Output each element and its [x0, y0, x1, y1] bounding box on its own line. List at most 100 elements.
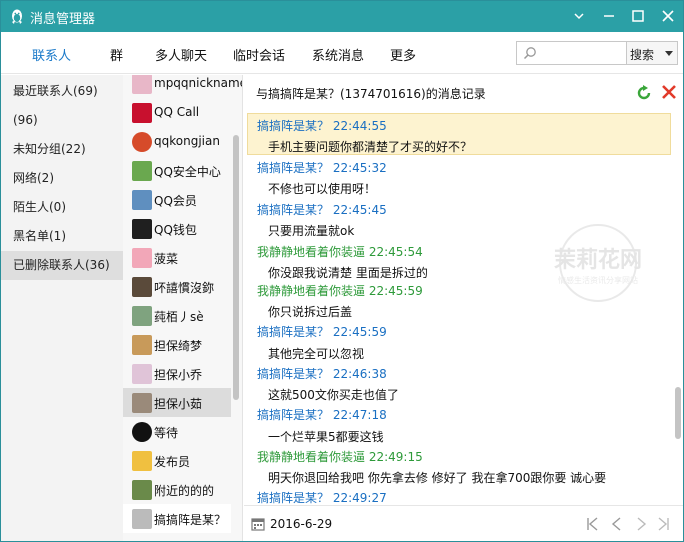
watermark-subtitle: 情感生活资讯分享网站 [558, 275, 638, 285]
list-item[interactable]: 搞搞阵是某？ [123, 504, 231, 533]
message-sender: 搞搞阵是某？ 22:45:32 [257, 161, 387, 175]
avatar [132, 509, 152, 529]
list-item[interactable]: QQ Call [123, 98, 231, 127]
delete-icon[interactable] [660, 83, 678, 101]
friend-name: qqkongjian [154, 134, 220, 148]
message-sender: 搞搞阵是某？ 22:46:38 [257, 367, 387, 381]
message-text: 这就500文你买走也值了 [268, 388, 399, 402]
avatar [132, 132, 152, 152]
maximize-icon[interactable] [627, 5, 649, 27]
avatar [132, 75, 152, 94]
list-item[interactable]: 菠菜 [123, 243, 231, 272]
avatar [132, 277, 152, 297]
list-item[interactable]: QQ会员 [123, 185, 231, 214]
list-item[interactable]: 担保绮梦 [123, 330, 231, 359]
list-item[interactable]: 担保小乔 [123, 359, 231, 388]
list-item[interactable]: 吥譆慣沒鉨 [123, 272, 231, 301]
restore-icon[interactable] [598, 5, 620, 27]
refresh-icon[interactable] [635, 84, 653, 102]
tab-temp-chat[interactable]: 临时会话 [233, 45, 285, 64]
friend-name: QQ Call [154, 105, 200, 119]
message-scrollbar[interactable] [675, 387, 681, 439]
minimize-icon[interactable] [568, 5, 590, 27]
list-item[interactable]: 发布员 [123, 446, 231, 475]
list-item[interactable]: 担保小茹 [123, 388, 231, 417]
avatar [132, 161, 152, 181]
friend-name: QQ安全中心 [154, 165, 221, 179]
friend-name: QQ会员 [154, 194, 197, 208]
message-sender: 搞搞阵是某？ 22:44:55 [257, 119, 387, 133]
friend-list: mpqqnickname QQ Call qqkongjian QQ安全中心 Q… [123, 75, 243, 541]
friend-name: 等待 [154, 426, 179, 440]
category-unknown[interactable]: 未知分组(22) [1, 135, 123, 164]
calendar-icon[interactable] [251, 517, 265, 531]
message-list: 搞搞阵是某？ 22:44:55 手机主要问题你都清楚了才买的好不？ 搞搞阵是某？… [244, 113, 671, 505]
friend-name: 发布员 [154, 455, 191, 469]
tab-more[interactable]: 更多 [390, 45, 416, 64]
date-filter[interactable]: 2016-6-29 [270, 517, 332, 531]
message-sender: 我静静地看着你装逼 22:45:59 [257, 284, 423, 298]
prev-page-icon[interactable] [608, 515, 626, 533]
list-item[interactable]: qqkongjian [123, 127, 231, 156]
message-text: 你没跟我说清楚 里面是拆过的 [268, 266, 428, 280]
search-input[interactable] [541, 44, 625, 62]
last-page-icon[interactable] [654, 515, 672, 533]
category-deleted[interactable]: 已删除联系人(36) [1, 251, 123, 280]
search-box[interactable] [516, 41, 627, 65]
avatar [132, 219, 152, 239]
avatar [132, 190, 152, 210]
message-sender: 我静静地看着你装逼 22:49:15 [257, 450, 423, 464]
category-strangers[interactable]: 陌生人(0) [1, 193, 123, 222]
tab-multi-chat[interactable]: 多人聊天 [155, 45, 207, 64]
search-type-dropdown[interactable]: 搜索 [626, 41, 678, 65]
message-sender: 我静静地看着你装逼 22:45:54 [257, 245, 423, 259]
message-text: 只要用流量就ok [268, 224, 355, 238]
list-item[interactable]: QQ安全中心 [123, 156, 231, 185]
next-page-icon[interactable] [632, 515, 650, 533]
avatar [132, 422, 152, 442]
list-item[interactable]: 莼栢丿sè [123, 301, 231, 330]
watermark-logo: 茉莉花网 情感生活资讯分享网站 [554, 224, 642, 302]
message-text: 你只说拆过后盖 [268, 305, 353, 319]
category-recent[interactable]: 最近联系人(69) [1, 77, 123, 106]
category-blacklist[interactable]: 黑名单(1) [1, 222, 123, 251]
message-text: 手机主要问题你都清楚了才买的好不？ [268, 140, 473, 154]
list-item[interactable]: 附近的的的 [123, 475, 231, 504]
category-unnamed[interactable]: (96) [1, 106, 123, 135]
list-item[interactable]: QQ钱包 [123, 214, 231, 243]
title-bar[interactable]: 消息管理器 [1, 1, 683, 32]
close-icon[interactable] [657, 5, 679, 27]
friend-list-scrollbar[interactable] [233, 135, 239, 400]
friend-name: 莼栢丿sè [154, 310, 204, 324]
tab-bar: 联系人 群 多人聊天 临时会话 系统消息 更多 搜索 [1, 32, 683, 74]
friend-name: 吥譆慣沒鉨 [154, 281, 215, 295]
list-item[interactable]: 等待 [123, 417, 231, 446]
list-item[interactable]: mpqqnickname [123, 75, 242, 98]
avatar [132, 364, 152, 384]
friend-name: 附近的的的 [154, 484, 215, 498]
avatar [132, 393, 152, 413]
message-footer: 2016-6-29 [244, 505, 683, 541]
search-icon [523, 47, 536, 60]
message-manager-window: 消息管理器 联系人 群 多人聊天 临时会话 系统消息 更多 搜索 最近联系人(6… [0, 0, 684, 542]
tab-system-messages[interactable]: 系统消息 [312, 45, 364, 64]
friend-name: 担保绮梦 [154, 339, 203, 353]
avatar [132, 451, 152, 471]
qq-penguin-icon [12, 9, 22, 24]
message-text: 明天你退回给我吧 你先拿去修 修好了 我在拿700跟你要 诚心要 [268, 471, 607, 485]
tab-contacts[interactable]: 联系人 [32, 45, 71, 64]
friend-name: QQ钱包 [154, 223, 197, 237]
chevron-down-icon [665, 51, 673, 56]
message-sender: 搞搞阵是某？ 22:47:18 [257, 408, 387, 422]
category-panel: 最近联系人(69) (96) 未知分组(22) 网络(2) 陌生人(0) 黑名单… [1, 75, 123, 541]
tab-groups[interactable]: 群 [110, 45, 123, 64]
message-text: 其他完全可以忽视 [268, 347, 365, 361]
first-page-icon[interactable] [584, 515, 602, 533]
category-network[interactable]: 网络(2) [1, 164, 123, 193]
avatar [132, 248, 152, 268]
avatar [132, 335, 152, 355]
friend-name: 菠菜 [154, 252, 179, 266]
search-button-label: 搜索 [630, 48, 655, 62]
message-text: 不修也可以使用呀！ [268, 182, 377, 196]
window-title: 消息管理器 [30, 12, 96, 27]
